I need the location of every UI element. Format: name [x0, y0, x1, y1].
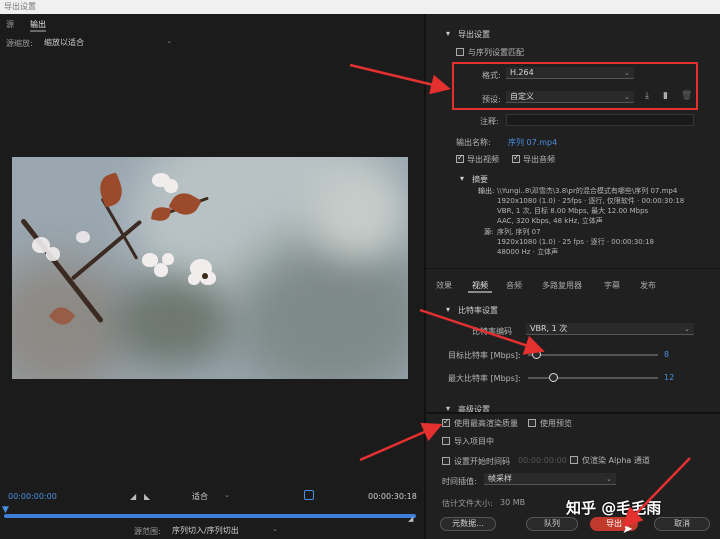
fit-value: 适合 [192, 492, 208, 501]
mouse-cursor-icon: ➤ [622, 522, 633, 537]
summary-output-line: 1920x1080 (1.0) · 25fps · 逐行, 仅限软件 · 00:… [497, 197, 685, 205]
time-interpolation-dropdown[interactable]: 帧采样 ⌄ [484, 473, 616, 485]
timeline-range-bar[interactable] [4, 514, 416, 518]
file-size-label: 估计文件大小: [442, 499, 493, 508]
bitrate-encoding-label: 比特率编码 [472, 327, 512, 336]
max-render-quality-label: 使用最高渲染质量 [454, 419, 518, 428]
render-alpha-label: 仅渲染 Alpha 通道 [582, 456, 650, 465]
summary-output-line: VBR, 1 次, 目标 8.00 Mbps, 最大 12.00 Mbps [497, 207, 649, 215]
scale-label: 源缩放: [6, 39, 33, 48]
mark-out-icon[interactable]: ◣ [144, 492, 150, 501]
max-render-quality-checkbox[interactable] [442, 417, 450, 427]
safe-margin-icon[interactable] [304, 490, 314, 500]
export-audio-label: 导出音频 [523, 155, 555, 164]
max-bitrate-label: 最大比特率 [Mbps]: [448, 374, 521, 383]
video-preview [12, 157, 408, 379]
export-audio-checkbox[interactable] [512, 153, 520, 163]
tab-effects[interactable]: 效果 [436, 280, 452, 291]
summary-source-line: 1920x1080 (1.0) · 25 fps · 逐行 · 00:00:30… [497, 238, 655, 246]
match-sequence-label: 与序列设置匹配 [468, 48, 524, 57]
fit-dropdown[interactable]: 适合 ⌄ [192, 491, 232, 502]
scale-value: 缩放以适合 [44, 38, 84, 47]
timecode-start[interactable]: 00:00:00:00 [8, 492, 57, 501]
section-divider [426, 412, 720, 414]
import-project-checkbox[interactable] [442, 437, 450, 445]
window-title: 导出设置 [0, 0, 720, 14]
chevron-down-icon: ⌄ [224, 491, 230, 499]
chevron-down-icon: ⌄ [684, 325, 690, 333]
summary-output-line: \\Yungi..8\邓雪杰\3.8\pr的混合模式有哪些\序列 07.mp4 [497, 187, 678, 195]
metadata-button[interactable]: 元数据... [440, 517, 496, 531]
use-preview-checkbox[interactable] [528, 419, 536, 427]
bitrate-section-title: 比特率设置 [458, 306, 498, 315]
section-divider [426, 268, 720, 269]
queue-button[interactable]: 队列 [526, 517, 578, 531]
file-size-value: 30 MB [500, 498, 526, 507]
mark-in-icon[interactable]: ◢ [130, 492, 136, 501]
tab-captions[interactable]: 字幕 [604, 280, 620, 291]
summary-source-line: 序列, 序列 07 [497, 228, 541, 236]
summary-collapse-icon[interactable]: ▾ [460, 174, 464, 183]
import-project-label: 导入项目中 [454, 437, 494, 446]
scale-dropdown[interactable]: 缩放以适合 ⌄ [44, 37, 174, 48]
summary-output-line: AAC, 320 Kbps, 48 kHz, 立体声 [497, 217, 603, 225]
tab-audio[interactable]: 音频 [506, 280, 522, 291]
time-interpolation-value: 帧采样 [488, 474, 512, 483]
watermark: 知乎 @毛毛雨 [566, 499, 662, 517]
summary-output-label: 输出: [478, 187, 495, 195]
summary-source-label: 源: [484, 228, 494, 236]
cancel-button[interactable]: 取消 [654, 517, 710, 531]
time-interpolation-label: 时间插值: [442, 477, 477, 486]
target-bitrate-slider[interactable] [528, 354, 658, 356]
tab-publish[interactable]: 发布 [640, 280, 656, 291]
tab-video[interactable]: 视频 [472, 280, 488, 291]
target-bitrate-value[interactable]: 8 [664, 350, 669, 359]
active-tab-underline [468, 291, 492, 293]
tab-source[interactable]: 源 [6, 18, 14, 32]
collapse-icon[interactable]: ▾ [446, 29, 450, 38]
playhead-icon[interactable]: ▼ [2, 505, 9, 515]
summary-title: 摘要 [472, 175, 488, 184]
range-value: 序列切入/序列切出 [172, 526, 239, 535]
chevron-down-icon: ⌄ [606, 475, 612, 483]
bitrate-collapse-icon[interactable]: ▾ [446, 305, 450, 314]
bitrate-encoding-dropdown[interactable]: VBR, 1 次 ⌄ [526, 323, 694, 335]
comment-input[interactable] [506, 114, 694, 126]
max-bitrate-value[interactable]: 12 [664, 373, 674, 382]
target-bitrate-label: 目标比特率 [Mbps]: [448, 351, 521, 360]
chevron-down-icon: ⌄ [166, 37, 172, 45]
match-sequence-checkbox[interactable] [456, 48, 464, 56]
output-name-link[interactable]: 序列 07.mp4 [508, 137, 557, 148]
start-timecode-value[interactable]: 00:00:00:00 [518, 456, 567, 465]
output-name-label: 输出名称: [456, 138, 491, 147]
render-alpha-checkbox[interactable] [570, 456, 578, 464]
export-section-title: 导出设置 [458, 30, 490, 39]
max-bitrate-slider[interactable] [528, 377, 658, 379]
annotation-highlight-box [452, 62, 698, 110]
export-video-checkbox[interactable] [456, 153, 464, 163]
bitrate-encoding-value: VBR, 1 次 [530, 324, 568, 333]
export-video-label: 导出视频 [467, 155, 499, 164]
timecode-end: 00:00:30:18 [368, 492, 417, 501]
out-point-handle[interactable]: ◢ [408, 515, 413, 523]
chevron-down-icon: ⌄ [272, 525, 278, 533]
tab-multiplexer[interactable]: 多路复用器 [542, 280, 582, 291]
comment-label: 注释: [480, 117, 499, 126]
range-label: 源范围: [134, 527, 161, 536]
max-bitrate-knob[interactable] [549, 373, 558, 382]
summary-source-line: 48000 Hz · 立体声 [497, 248, 559, 256]
use-preview-label: 使用预览 [540, 419, 572, 428]
tab-output[interactable]: 输出 [30, 18, 46, 32]
range-dropdown[interactable]: 序列切入/序列切出 ⌄ [172, 525, 280, 536]
start-timecode-checkbox[interactable] [442, 457, 450, 465]
start-timecode-label: 设置开始时间码 [454, 457, 510, 466]
